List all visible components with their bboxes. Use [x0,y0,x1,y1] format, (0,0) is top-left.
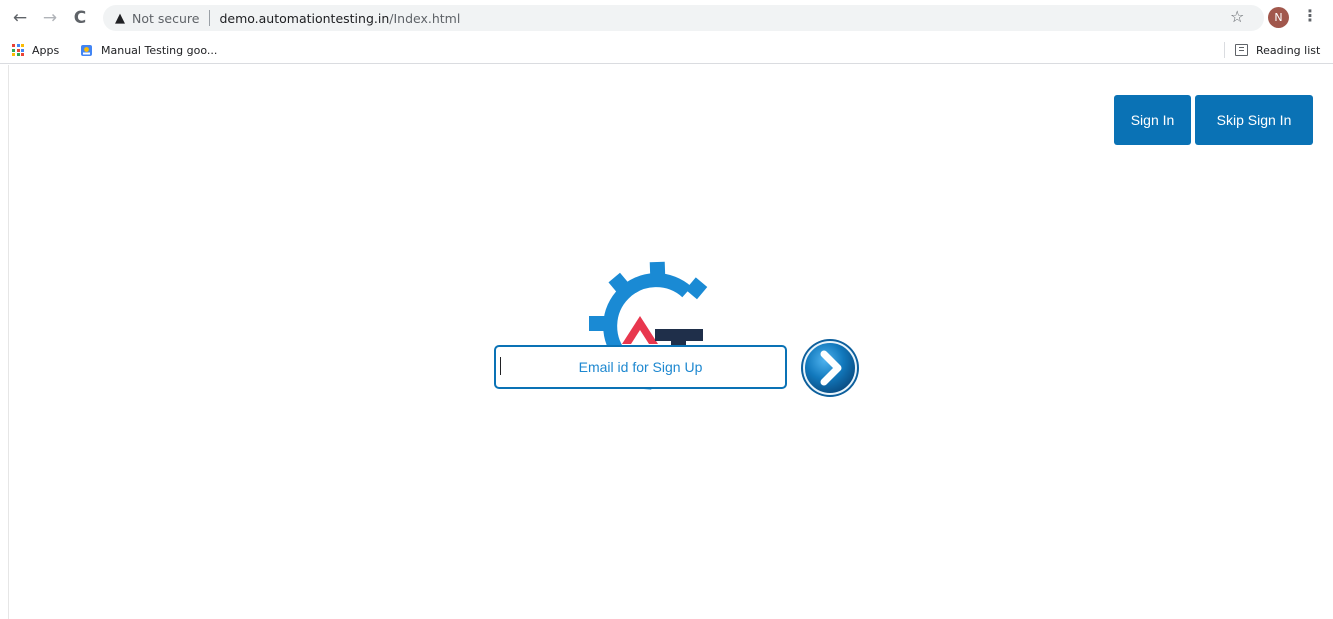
apps-grid-icon [12,44,24,56]
bookmark-star-icon[interactable]: ☆ [1230,7,1244,26]
forward-arrow-icon[interactable]: → [38,6,62,30]
url-path: /Index.html [389,10,461,26]
back-arrow-icon[interactable]: ← [8,6,32,30]
enter-arrow-button[interactable] [800,338,860,398]
reading-list-button[interactable]: Reading list [1235,36,1320,64]
logo-letter-a-shape [622,316,658,344]
bookmark-label: Manual Testing goo... [101,43,218,57]
bookmark-apps-label: Apps [32,43,60,57]
warning-triangle-icon[interactable]: ▲ [115,11,125,26]
reading-list-icon [1235,44,1248,56]
profile-avatar[interactable]: N [1268,7,1289,28]
bookmark-favicon-icon [80,44,93,57]
browser-menu-icon[interactable]: ⋮ [1302,6,1318,25]
page-content: Sign In Skip Sign In [0,65,1333,619]
sign-in-button[interactable]: Sign In [1114,95,1191,145]
reading-list-label: Reading list [1256,43,1321,57]
bookmark-apps[interactable]: Apps [12,36,59,64]
bookmarks-bar: Apps Manual Testing goo... Reading list [0,36,1333,64]
address-bar-divider [209,10,211,26]
bookmark-manual-testing[interactable]: Manual Testing goo... [80,36,217,64]
email-signup-input[interactable] [494,345,787,389]
browser-toolbar: ← → C ▲ Not secure demo.automationtestin… [0,0,1333,36]
reload-icon[interactable]: C [68,6,92,30]
text-cursor [500,357,501,375]
page-left-border [8,65,9,619]
bookmarks-divider [1224,42,1225,58]
url-host: demo.automationtesting.in [219,10,390,26]
skip-sign-in-button[interactable]: Skip Sign In [1195,95,1313,145]
address-bar[interactable]: ▲ Not secure demo.automationtesting.in/I… [103,5,1264,31]
security-status-label[interactable]: Not secure [132,11,199,26]
